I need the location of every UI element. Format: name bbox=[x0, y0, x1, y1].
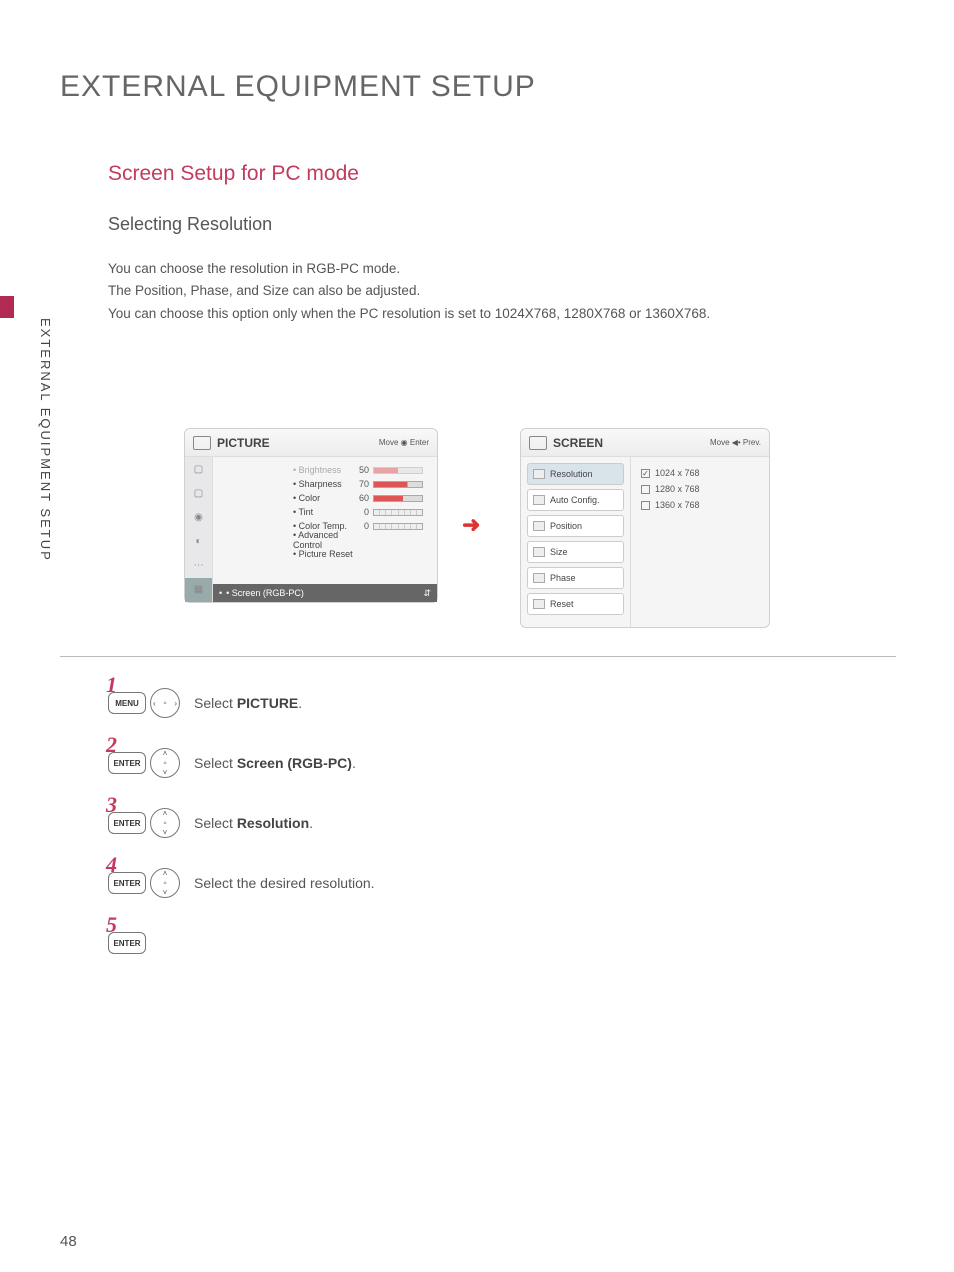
menu-item-icon bbox=[533, 547, 545, 557]
dpad-icon: ˄˅ bbox=[150, 808, 180, 838]
resolution-option[interactable]: 1280 x 768 bbox=[641, 481, 759, 497]
picture-highlight-row[interactable]: • • Screen (RGB-PC) ⇵ bbox=[213, 584, 437, 602]
monitor-icon bbox=[529, 436, 547, 450]
osd-picture: PICTURE Move ◉ Enter ▢ ▢ ◉ ◐ ⋯ ▦ • Brigh… bbox=[184, 428, 438, 603]
picture-setting-row: • Color60 bbox=[293, 491, 431, 505]
step-text: Select PICTURE. bbox=[194, 695, 302, 711]
page-number: 48 bbox=[60, 1233, 77, 1250]
osd-sidebar: ▢ ▢ ◉ ◐ ⋯ ▦ bbox=[185, 457, 213, 602]
sidebar-icon: ◉ bbox=[185, 505, 212, 529]
screen-menu-item[interactable]: Phase bbox=[527, 567, 624, 589]
menu-item-icon bbox=[533, 469, 545, 479]
menu-item-icon bbox=[533, 599, 545, 609]
sidebar-icon: ◐ bbox=[185, 530, 212, 554]
step-number: 1 bbox=[106, 672, 117, 698]
screen-menu-item[interactable]: Auto Config. bbox=[527, 489, 624, 511]
picture-settings-list: • Brightness50• Sharpness70• Color60• Ti… bbox=[293, 463, 431, 561]
section-heading: Selecting Resolution bbox=[108, 214, 272, 235]
dpad-icon: ˄˅ bbox=[150, 868, 180, 898]
screen-menu-item[interactable]: Reset bbox=[527, 593, 624, 615]
osd-nav-hint: Move ◀• Prev. bbox=[710, 438, 761, 447]
checkbox-icon bbox=[641, 501, 650, 510]
picture-setting-row: • Brightness50 bbox=[293, 463, 431, 477]
step: 3 ENTER ˄˅ Select Resolution. bbox=[108, 806, 375, 840]
screen-menu-item[interactable]: Resolution bbox=[527, 463, 624, 485]
picture-setting-row: • Sharpness70 bbox=[293, 477, 431, 491]
step-number: 5 bbox=[106, 912, 117, 938]
step-number: 2 bbox=[106, 732, 117, 758]
divider bbox=[60, 656, 896, 657]
arrow-right-icon: ➜ bbox=[462, 512, 480, 538]
step-text: Select Screen (RGB-PC). bbox=[194, 755, 356, 771]
osd-header: PICTURE Move ◉ Enter bbox=[185, 429, 437, 457]
step-text: Select Resolution. bbox=[194, 815, 313, 831]
page-title: EXTERNAL EQUIPMENT SETUP bbox=[60, 70, 536, 104]
body-line: You can choose the resolution in RGB-PC … bbox=[108, 258, 710, 280]
side-label: EXTERNAL EQUIPMENT SETUP bbox=[38, 318, 53, 562]
sidebar-icon: ▢ bbox=[185, 457, 212, 481]
screen-menu-item[interactable]: Position bbox=[527, 515, 624, 537]
side-tab bbox=[0, 300, 28, 600]
step-text: Select the desired resolution. bbox=[194, 875, 375, 891]
picture-setting-row: • Tint0 bbox=[293, 505, 431, 519]
step: 5 ENTER bbox=[108, 926, 375, 960]
resolution-option[interactable]: ✓1024 x 768 bbox=[641, 465, 759, 481]
picture-setting-row: • Advanced Control bbox=[293, 533, 431, 547]
step-number: 4 bbox=[106, 852, 117, 878]
instruction-steps: 1 MENU ‹› Select PICTURE. 2 ENTER ˄˅ Sel… bbox=[108, 686, 375, 986]
picture-setting-row: • Picture Reset bbox=[293, 547, 431, 561]
body-line: You can choose this option only when the… bbox=[108, 303, 710, 325]
resolution-option[interactable]: 1360 x 768 bbox=[641, 497, 759, 513]
subtitle: Screen Setup for PC mode bbox=[108, 162, 359, 186]
updown-icon: ⇵ bbox=[423, 588, 431, 599]
menu-item-icon bbox=[533, 495, 545, 505]
sidebar-icon: ⋯ bbox=[185, 554, 212, 578]
highlight-label: • Screen (RGB-PC) bbox=[226, 588, 304, 598]
osd-header: SCREEN Move ◀• Prev. bbox=[521, 429, 769, 457]
menu-item-icon bbox=[533, 521, 545, 531]
osd-title: PICTURE bbox=[217, 436, 379, 450]
step-number: 3 bbox=[106, 792, 117, 818]
body-line: The Position, Phase, and Size can also b… bbox=[108, 280, 710, 302]
screen-menu-item[interactable]: Size bbox=[527, 541, 624, 563]
osd-title: SCREEN bbox=[553, 436, 710, 450]
osd-screen: SCREEN Move ◀• Prev. Resolution Auto Conf… bbox=[520, 428, 770, 628]
menu-item-icon bbox=[533, 573, 545, 583]
sidebar-icon: ▢ bbox=[185, 481, 212, 505]
sidebar-icon: ▦ bbox=[185, 578, 212, 602]
monitor-icon bbox=[193, 436, 211, 450]
screen-menu-list: Resolution Auto Config. Position Size Phase R… bbox=[521, 457, 631, 627]
step: 2 ENTER ˄˅ Select Screen (RGB-PC). bbox=[108, 746, 375, 780]
osd-nav-hint: Move ◉ Enter bbox=[379, 438, 429, 447]
resolution-options: ✓1024 x 7681280 x 7681360 x 768 bbox=[631, 457, 769, 627]
dpad-icon: ‹› bbox=[150, 688, 180, 718]
dpad-icon: ˄˅ bbox=[150, 748, 180, 778]
step: 4 ENTER ˄˅ Select the desired resolution… bbox=[108, 866, 375, 900]
step: 1 MENU ‹› Select PICTURE. bbox=[108, 686, 375, 720]
checkbox-icon bbox=[641, 485, 650, 494]
body-text: You can choose the resolution in RGB-PC … bbox=[108, 258, 710, 325]
checkbox-icon: ✓ bbox=[641, 469, 650, 478]
